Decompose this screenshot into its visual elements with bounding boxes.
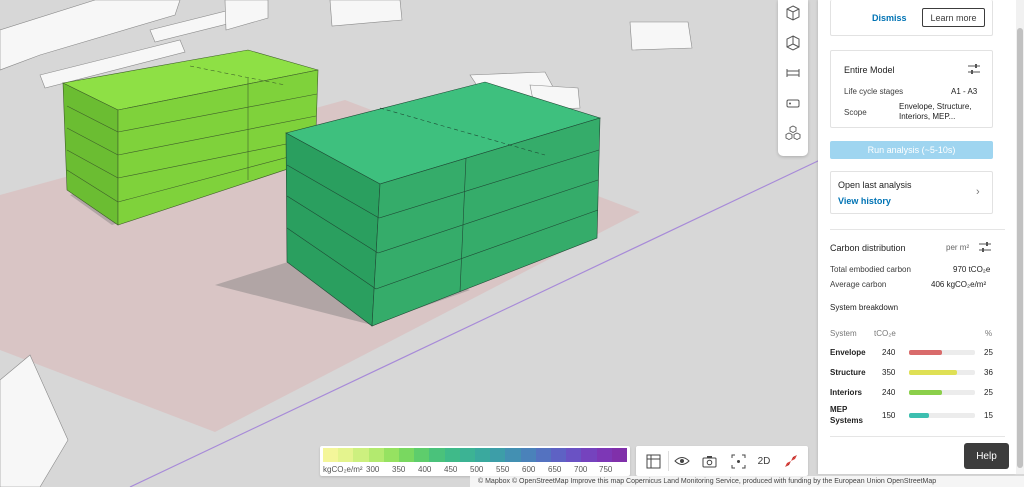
legend-swatch bbox=[535, 448, 552, 462]
last-analysis-title: Open last analysis bbox=[838, 180, 912, 190]
col-header-system: System bbox=[830, 329, 857, 338]
lifecycle-value: A1 - A3 bbox=[951, 87, 978, 96]
legend-swatch bbox=[429, 448, 446, 462]
total-carbon-label: Total embodied carbon bbox=[830, 265, 911, 274]
legend-swatch bbox=[383, 448, 400, 462]
legend-tick: 650 bbox=[548, 465, 562, 474]
legend-tick: 500 bbox=[470, 465, 484, 474]
model-card: Entire Model Life cycle stages A1 - A3 S… bbox=[830, 50, 993, 128]
view-controls-bar: 2D bbox=[636, 446, 808, 476]
legend-swatch bbox=[338, 448, 354, 462]
scrollbar-thumb[interactable] bbox=[1017, 28, 1023, 468]
system-bar-fill bbox=[909, 370, 957, 375]
scope-label: Scope bbox=[844, 108, 867, 117]
cube-top-icon[interactable] bbox=[782, 2, 804, 24]
legend-swatch bbox=[475, 448, 491, 462]
system-bar-fill bbox=[909, 413, 929, 418]
carbon-settings-icon[interactable] bbox=[978, 241, 992, 255]
legend-swatch bbox=[581, 448, 598, 462]
system-bar-track bbox=[909, 390, 975, 395]
legend-unit: kgCO₂e/m² bbox=[323, 465, 363, 474]
system-bar-track bbox=[909, 413, 975, 418]
legend-tick: 450 bbox=[444, 465, 458, 474]
divider bbox=[830, 229, 1005, 230]
legend-tick: 400 bbox=[418, 465, 432, 474]
map-attribution: © Mapbox © OpenStreetMap Improve this ma… bbox=[470, 476, 1024, 487]
legend-swatch bbox=[505, 448, 522, 462]
system-bar-track bbox=[909, 350, 975, 355]
legend-swatch bbox=[414, 448, 430, 462]
grid-view-icon[interactable] bbox=[642, 450, 664, 472]
legend-swatch bbox=[459, 448, 476, 462]
avg-carbon-label: Average carbon bbox=[830, 280, 887, 289]
measure-icon[interactable] bbox=[782, 62, 804, 84]
legend-swatch bbox=[566, 448, 582, 462]
settings-sliders-icon[interactable] bbox=[967, 63, 981, 77]
learn-more-button[interactable]: Learn more bbox=[922, 8, 985, 27]
legend-swatch bbox=[353, 448, 370, 462]
legend-swatch bbox=[611, 448, 628, 462]
system-bar-fill bbox=[909, 390, 942, 395]
cube-side-icon[interactable] bbox=[782, 32, 804, 54]
legend-swatch bbox=[323, 448, 339, 462]
run-analysis-button[interactable]: Run analysis (~5-10s) bbox=[830, 141, 993, 159]
col-header-pct: % bbox=[985, 329, 993, 338]
view-history-link[interactable]: View history bbox=[838, 196, 891, 206]
help-button[interactable]: Help bbox=[964, 443, 1009, 469]
notice-card: Dismiss Learn more bbox=[830, 0, 993, 36]
legend-tick: 750 bbox=[599, 465, 613, 474]
legend-tick: 550 bbox=[496, 465, 510, 474]
legend-tick: 600 bbox=[522, 465, 536, 474]
legend-swatch bbox=[368, 448, 385, 462]
camera-icon[interactable] bbox=[698, 450, 720, 472]
tag-icon[interactable] bbox=[782, 92, 804, 114]
scope-value-line1: Envelope, Structure, bbox=[899, 102, 972, 111]
scope-value-line2: Interiors, MEP... bbox=[899, 112, 956, 121]
avg-carbon-value: 406 kgCO₂e/m² bbox=[931, 280, 987, 289]
color-legend: kgCO₂e/m² 300 350 400 450 500 550 600 65… bbox=[320, 446, 630, 476]
compass-icon[interactable] bbox=[780, 450, 802, 472]
chevron-right-icon: › bbox=[976, 186, 980, 198]
legend-tick: 350 bbox=[392, 465, 406, 474]
total-carbon-value: 970 tCO₂e bbox=[953, 265, 991, 274]
legend-swatch bbox=[551, 448, 567, 462]
system-bar-fill bbox=[909, 350, 942, 355]
legend-tick: 300 bbox=[366, 465, 380, 474]
lifecycle-label: Life cycle stages bbox=[844, 87, 904, 96]
col-header-tco2e: tCO₂e bbox=[874, 329, 896, 338]
legend-tick: 700 bbox=[574, 465, 588, 474]
system-bar-track bbox=[909, 370, 975, 375]
legend-swatch bbox=[520, 448, 537, 462]
carbon-distribution-title: Carbon distribution bbox=[830, 243, 906, 253]
last-analysis-card[interactable]: Open last analysis View history › bbox=[830, 171, 993, 214]
mode-2d-button[interactable]: 2D bbox=[753, 450, 775, 472]
legend-swatch bbox=[444, 448, 461, 462]
dismiss-link[interactable]: Dismiss bbox=[872, 13, 907, 23]
divider bbox=[830, 436, 1005, 437]
focus-icon[interactable] bbox=[727, 450, 749, 472]
view-toolbar bbox=[778, 0, 808, 156]
model-title: Entire Model bbox=[844, 65, 895, 75]
unit-selector[interactable]: per m² bbox=[946, 243, 969, 252]
divider bbox=[668, 451, 669, 471]
system-breakdown-title: System breakdown bbox=[830, 303, 899, 312]
legend-swatch bbox=[399, 448, 415, 462]
panel-scrollbar[interactable] bbox=[1016, 0, 1024, 474]
eye-icon[interactable] bbox=[671, 450, 693, 472]
analysis-panel: Dismiss Learn more Entire Model Life cyc… bbox=[818, 0, 1016, 474]
cubes-icon[interactable] bbox=[782, 122, 804, 144]
legend-swatch bbox=[490, 448, 506, 462]
legend-swatch bbox=[596, 448, 613, 462]
